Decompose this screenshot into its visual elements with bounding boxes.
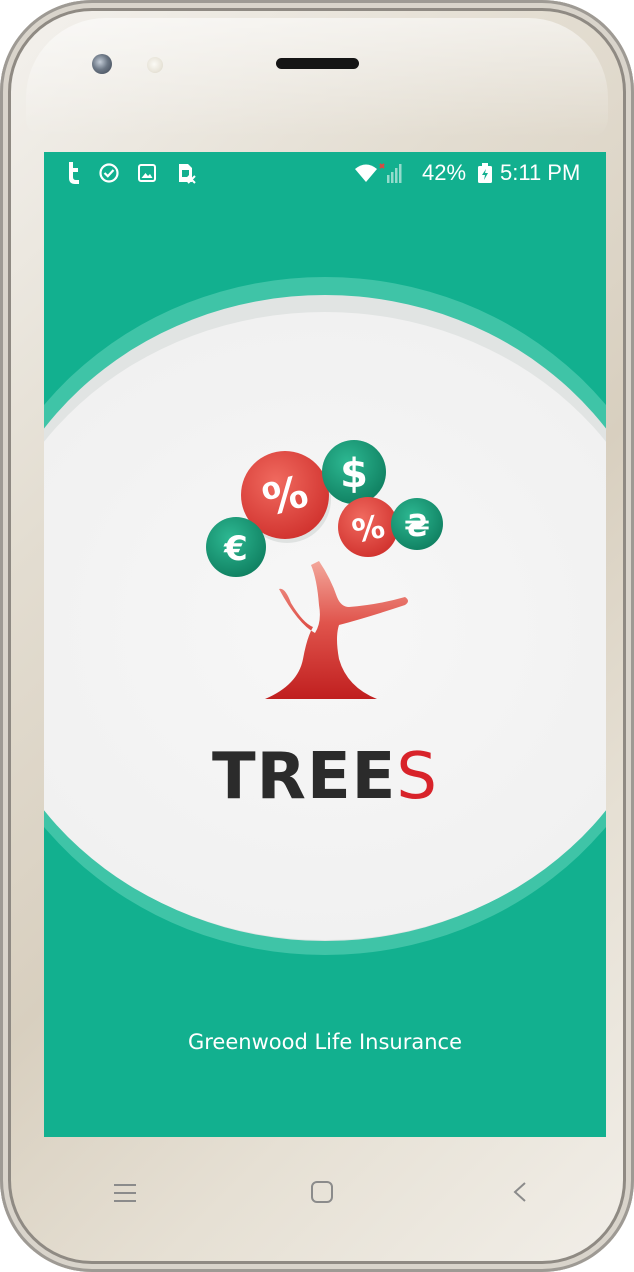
- signal-icon: [379, 163, 402, 183]
- phone-frame: 42% 5:11 PM % $ % € ₴ TREES Greenwood Li…: [0, 0, 634, 1272]
- percent-coin-small: %: [338, 497, 398, 557]
- hryvnia-coin: ₴: [391, 498, 443, 550]
- clock: 5:11 PM: [500, 160, 581, 185]
- trees-logo-icon: % $ % € ₴: [206, 440, 443, 699]
- menu-icon[interactable]: [112, 1182, 138, 1204]
- brand-accent: S: [396, 740, 438, 814]
- company-name: Greenwood Life Insurance: [187, 1030, 463, 1054]
- proximity-sensor: [147, 57, 163, 73]
- check-circle-icon: [99, 163, 119, 183]
- coin-label: ₴: [404, 509, 430, 544]
- coin-label: $: [340, 451, 368, 497]
- home-icon[interactable]: [309, 1179, 335, 1205]
- t-notification-icon: [69, 162, 79, 184]
- sim-card-icon: [179, 164, 196, 184]
- battery-icon: [478, 163, 492, 183]
- earpiece-speaker: [276, 58, 359, 69]
- app-screen: 42% 5:11 PM % $ % € ₴ TREES Greenwood Li…: [44, 152, 606, 1137]
- battery-percent: 42%: [422, 160, 467, 185]
- euro-coin: €: [206, 517, 266, 577]
- brand-wordmark: TREES: [44, 742, 606, 812]
- status-bar: 42% 5:11 PM: [44, 152, 606, 194]
- front-camera: [92, 54, 112, 74]
- wifi-icon: [355, 164, 377, 182]
- brand-main: TREE: [212, 740, 397, 814]
- dollar-coin: $: [322, 440, 386, 504]
- coin-label: €: [223, 529, 248, 569]
- back-icon[interactable]: [510, 1180, 530, 1204]
- image-icon: [138, 164, 156, 182]
- phone-sheen: [26, 18, 608, 138]
